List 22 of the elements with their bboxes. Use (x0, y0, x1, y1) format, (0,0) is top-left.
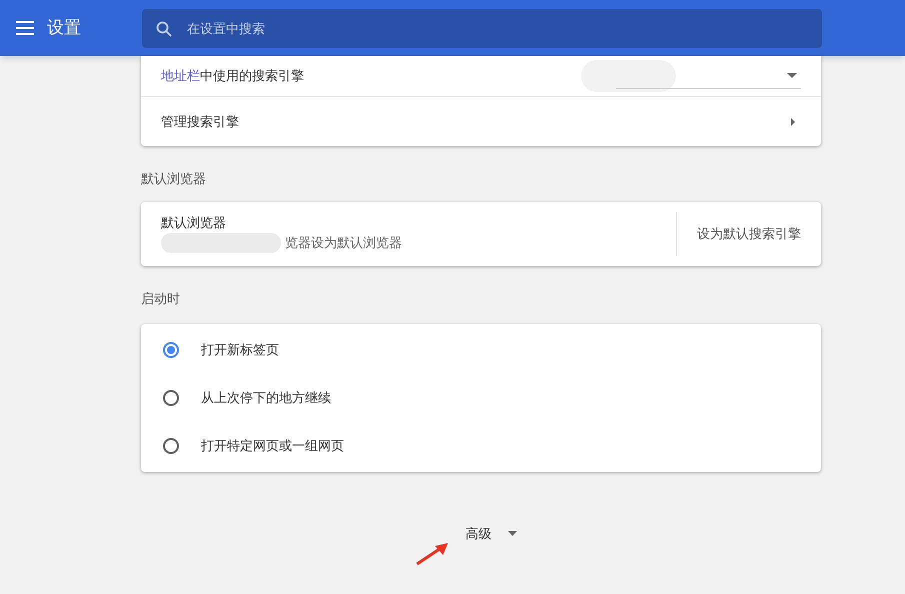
arrow-icon (415, 542, 449, 566)
menu-icon[interactable] (16, 21, 34, 35)
section-heading: 启动时 (141, 291, 181, 307)
manage-engines-row[interactable]: 管理搜索引擎 (141, 97, 821, 146)
startup-option[interactable]: 从上次停下的地方继续 (141, 374, 821, 422)
page-title: 设置 (47, 17, 82, 40)
radio-button[interactable] (163, 342, 179, 358)
radio-button[interactable] (163, 438, 179, 454)
search-icon (156, 20, 172, 36)
setting-title: 默认浏览器 (161, 215, 226, 231)
startup-option[interactable]: 打开新标签页 (141, 326, 821, 374)
setting-description: 览器设为默认浏览器 (285, 235, 402, 251)
advanced-button[interactable]: 高级 (466, 524, 516, 544)
section-heading: 默认浏览器 (141, 171, 207, 187)
address-bar-link[interactable]: 地址栏 (161, 68, 200, 84)
caret-icon (787, 73, 797, 78)
search-field[interactable]: 在设置中搜索 (142, 8, 822, 48)
chevron-right-icon (791, 118, 795, 126)
startup-option[interactable]: 打开特定网页或一组网页 (141, 422, 821, 470)
set-default-button[interactable]: 设为默认搜索引擎 (677, 202, 821, 266)
radio-button[interactable] (163, 390, 179, 406)
row-label: 地址栏中使用的搜索引擎 (161, 67, 304, 86)
